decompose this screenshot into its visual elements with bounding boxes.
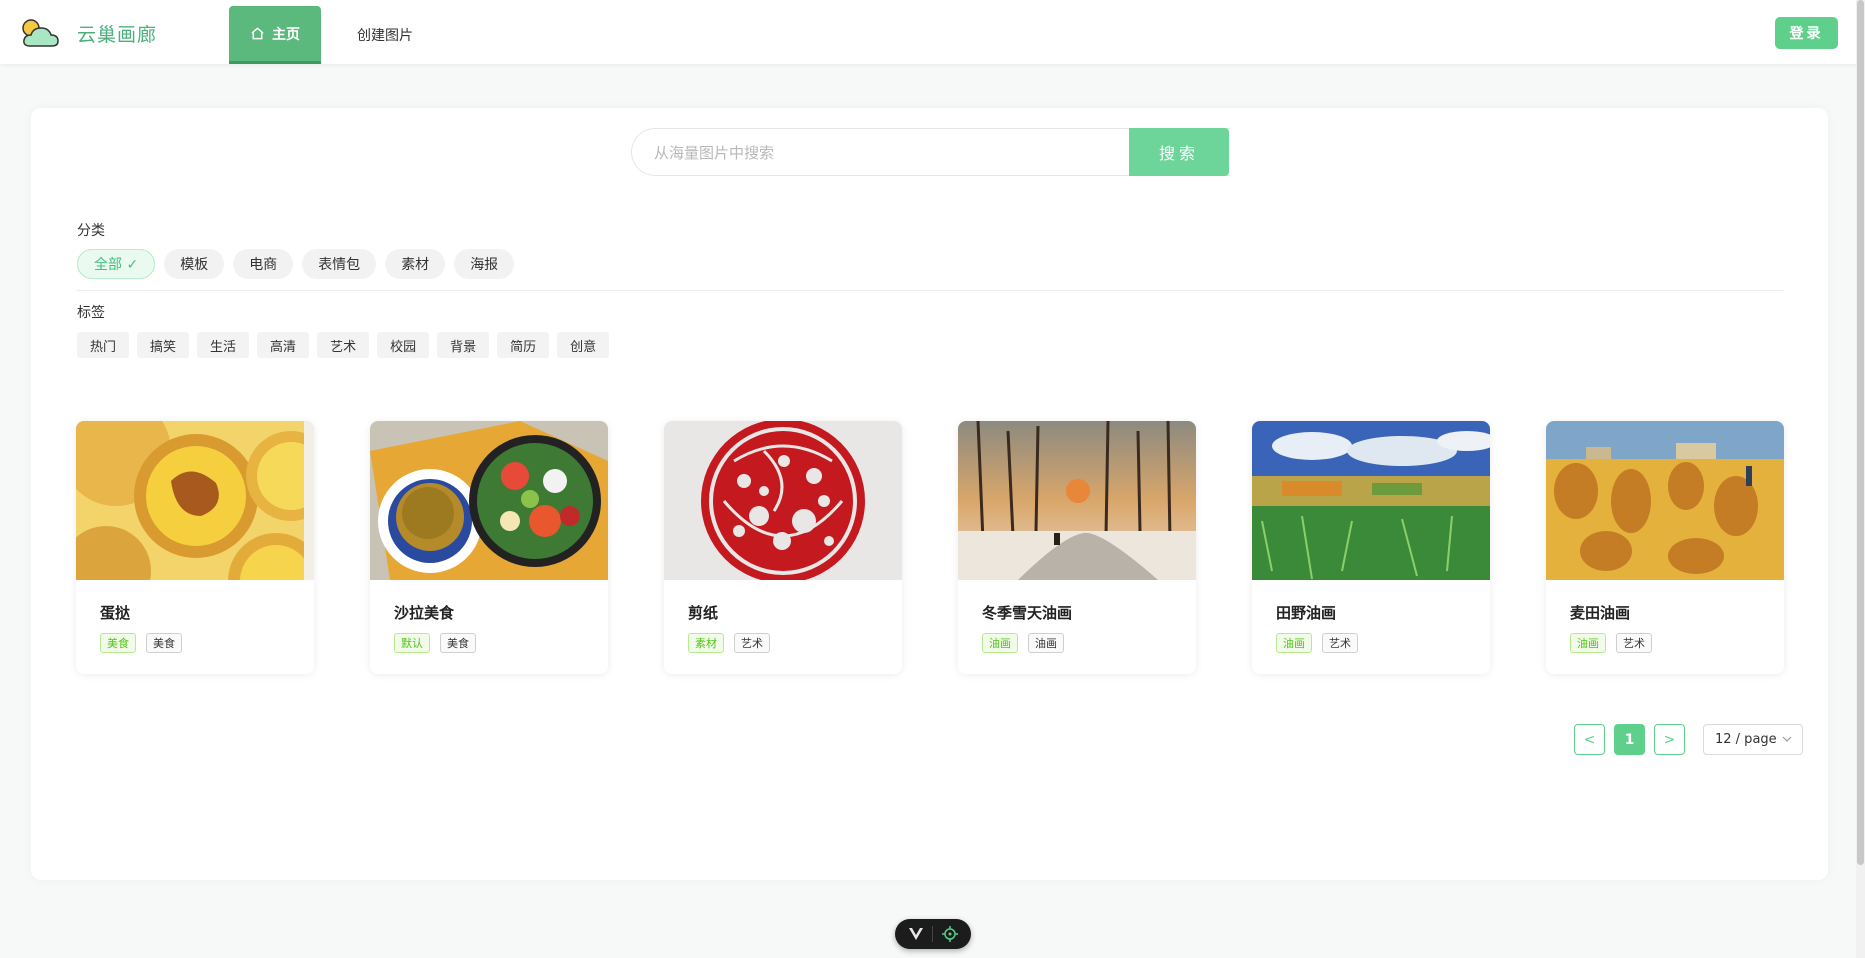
category-chip-emoji[interactable]: 表情包 — [302, 249, 377, 279]
page-number-button[interactable]: 1 — [1614, 724, 1645, 755]
picture-title: 蛋挞 — [100, 604, 131, 622]
picture-tags: 素材 艺术 — [688, 633, 770, 653]
egg-tart-image — [76, 421, 314, 580]
picture-title: 冬季雪天油画 — [982, 604, 1073, 622]
category-chip-ecommerce[interactable]: 电商 — [233, 249, 294, 279]
tag-hot[interactable]: 热门 — [77, 332, 130, 358]
picture-category-tag: 油画 — [982, 633, 1018, 653]
winter-painting-image — [958, 421, 1196, 580]
picture-title: 剪纸 — [688, 604, 719, 622]
tag-art[interactable]: 艺术 — [317, 332, 370, 358]
tag-creative[interactable]: 创意 — [557, 332, 610, 358]
home-icon — [251, 27, 264, 40]
picture-tag: 艺术 — [1322, 633, 1358, 653]
wheat-field-painting-image — [1546, 421, 1784, 580]
picture-tags: 默认 美食 — [394, 633, 476, 653]
picture-card[interactable]: 蛋挞 美食 美食 — [76, 421, 314, 674]
picture-category-tag: 素材 — [688, 633, 724, 653]
category-chip-list: 全部 ✓ 模板 电商 表情包 素材 海报 — [77, 249, 515, 279]
cloud-sun-logo-icon — [22, 19, 59, 47]
picture-tag: 艺术 — [734, 633, 770, 653]
top-navbar: 云巢画廊 主页 创建图片 登录 — [0, 0, 1865, 64]
tag-background[interactable]: 背景 — [437, 332, 490, 358]
picture-title: 麦田油画 — [1570, 604, 1631, 622]
category-chip-material[interactable]: 素材 — [385, 249, 446, 279]
category-chip-poster[interactable]: 海报 — [454, 249, 515, 279]
picture-tags: 油画 油画 — [982, 633, 1064, 653]
crosshair-icon — [942, 926, 958, 942]
picture-tag: 美食 — [440, 633, 476, 653]
tag-hd[interactable]: 高清 — [257, 332, 310, 358]
tag-list: 热门 搞笑 生活 高清 艺术 校园 背景 简历 创意 — [77, 332, 610, 358]
field-painting-image — [1252, 421, 1490, 580]
tag-resume[interactable]: 简历 — [497, 332, 550, 358]
picture-tag: 油画 — [1028, 633, 1064, 653]
login-button[interactable]: 登录 — [1775, 17, 1838, 49]
picture-tags: 油画 艺术 — [1276, 633, 1358, 653]
page-size-value: 12 / page — [1715, 732, 1777, 747]
nav-home-label: 主页 — [272, 26, 300, 43]
picture-tags: 油画 艺术 — [1570, 633, 1652, 653]
page-size-select[interactable]: 12 / page — [1703, 724, 1803, 755]
picture-title: 沙拉美食 — [394, 604, 455, 622]
picture-card[interactable]: 沙拉美食 默认 美食 — [370, 421, 608, 674]
vue-logo-icon — [909, 928, 923, 940]
nav-item-create-picture[interactable]: 创建图片 — [345, 6, 425, 64]
tag-label: 标签 — [77, 305, 105, 321]
picture-tags: 美食 美食 — [100, 633, 182, 653]
paper-cut-image — [664, 421, 902, 580]
category-label: 分类 — [77, 223, 105, 239]
prev-page-button[interactable]: < — [1574, 724, 1605, 755]
picture-category-tag: 美食 — [100, 633, 136, 653]
search-button[interactable]: 搜索 — [1129, 128, 1229, 176]
picture-category-tag: 油画 — [1276, 633, 1312, 653]
filter-divider — [77, 290, 1783, 291]
chevron-down-icon — [1782, 736, 1792, 742]
salad-image — [370, 421, 608, 580]
picture-tag: 艺术 — [1616, 633, 1652, 653]
nav-item-home[interactable]: 主页 — [229, 6, 321, 64]
scrollbar-thumb[interactable] — [1857, 0, 1864, 865]
picture-card[interactable]: 冬季雪天油画 油画 油画 — [958, 421, 1196, 674]
picture-category-tag: 油画 — [1570, 633, 1606, 653]
picture-card[interactable]: 剪纸 素材 艺术 — [664, 421, 902, 674]
next-page-button[interactable]: > — [1654, 724, 1685, 755]
picture-title: 田野油画 — [1276, 604, 1337, 622]
brand-name[interactable]: 云巢画廊 — [77, 20, 157, 47]
page-scrollbar[interactable] — [1856, 0, 1865, 958]
tag-campus[interactable]: 校园 — [377, 332, 430, 358]
vue-devtools-toggle[interactable] — [895, 919, 971, 949]
picture-card[interactable]: 麦田油画 油画 艺术 — [1546, 421, 1784, 674]
picture-category-tag: 默认 — [394, 633, 430, 653]
category-chip-all[interactable]: 全部 ✓ — [77, 249, 156, 279]
picture-tag: 美食 — [146, 633, 182, 653]
tag-funny[interactable]: 搞笑 — [137, 332, 190, 358]
tag-life[interactable]: 生活 — [197, 332, 250, 358]
picture-card[interactable]: 田野油画 油画 艺术 — [1252, 421, 1490, 674]
devtools-separator — [932, 926, 933, 942]
category-chip-template[interactable]: 模板 — [164, 249, 225, 279]
